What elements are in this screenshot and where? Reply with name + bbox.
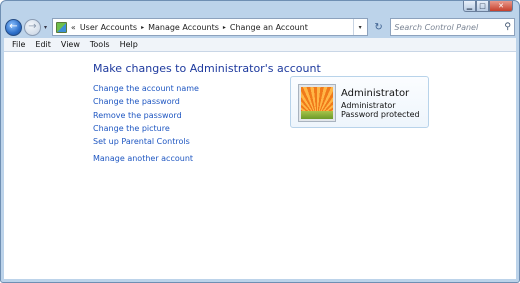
address-bar[interactable]: « User Accounts ▸ Manage Accounts ▸ Chan… (51, 18, 368, 36)
account-name: Administrator (341, 88, 410, 99)
explorer-window: ▁ □ ✕ ← → ▾ « User Accounts ▸ Manage Acc… (0, 0, 520, 283)
menu-bar: File Edit View Tools Help (4, 38, 516, 52)
manage-another-account-link[interactable]: Manage another account (93, 152, 199, 165)
maximize-button[interactable]: □ (476, 1, 489, 12)
search-icon[interactable]: ⚲ (504, 22, 511, 32)
account-card: Administrator Administrator Password pro… (290, 76, 429, 128)
change-password-link[interactable]: Change the password (93, 95, 199, 108)
address-dropdown-button[interactable]: ▾ (352, 19, 367, 35)
navigation-bar: ← → ▾ « User Accounts ▸ Manage Accounts … (5, 16, 515, 38)
refresh-button[interactable]: ↻ (370, 18, 388, 36)
avatar-flower-stem (301, 111, 333, 119)
account-type: Administrator (341, 101, 396, 110)
menu-file[interactable]: File (7, 40, 30, 49)
back-button[interactable]: ← (5, 18, 22, 36)
change-picture-link[interactable]: Change the picture (93, 122, 199, 135)
search-box: ⚲ (390, 18, 515, 36)
content-pane: Make changes to Administrator's account … (4, 52, 516, 279)
breadcrumb: User Accounts ▸ Manage Accounts ▸ Change… (80, 23, 308, 32)
account-status: Password protected (341, 110, 420, 119)
page-title: Make changes to Administrator's account (93, 62, 321, 75)
recent-pages-dropdown[interactable]: ▾ (42, 24, 49, 31)
menu-edit[interactable]: Edit (30, 40, 56, 49)
menu-view[interactable]: View (56, 40, 85, 49)
task-list: Change the account name Change the passw… (93, 82, 199, 166)
change-account-name-link[interactable]: Change the account name (93, 82, 199, 95)
breadcrumb-change-an-account[interactable]: Change an Account (230, 23, 308, 32)
breadcrumb-separator-icon[interactable]: ▸ (223, 24, 226, 31)
parental-controls-link[interactable]: Set up Parental Controls (93, 135, 199, 148)
menu-tools[interactable]: Tools (85, 40, 115, 49)
avatar (299, 85, 335, 121)
menu-help[interactable]: Help (115, 40, 143, 49)
remove-password-link[interactable]: Remove the password (93, 109, 199, 122)
control-panel-icon (55, 21, 67, 33)
forward-button[interactable]: → (24, 18, 41, 36)
minimize-button[interactable]: ▁ (463, 1, 476, 12)
close-button[interactable]: ✕ (489, 1, 513, 12)
breadcrumb-user-accounts[interactable]: User Accounts (80, 23, 137, 32)
breadcrumb-separator-icon[interactable]: ▸ (141, 24, 144, 31)
caption-buttons: ▁ □ ✕ (463, 1, 513, 13)
breadcrumb-overflow-icon[interactable]: « (71, 23, 76, 32)
breadcrumb-manage-accounts[interactable]: Manage Accounts (148, 23, 219, 32)
search-input[interactable] (394, 22, 505, 32)
